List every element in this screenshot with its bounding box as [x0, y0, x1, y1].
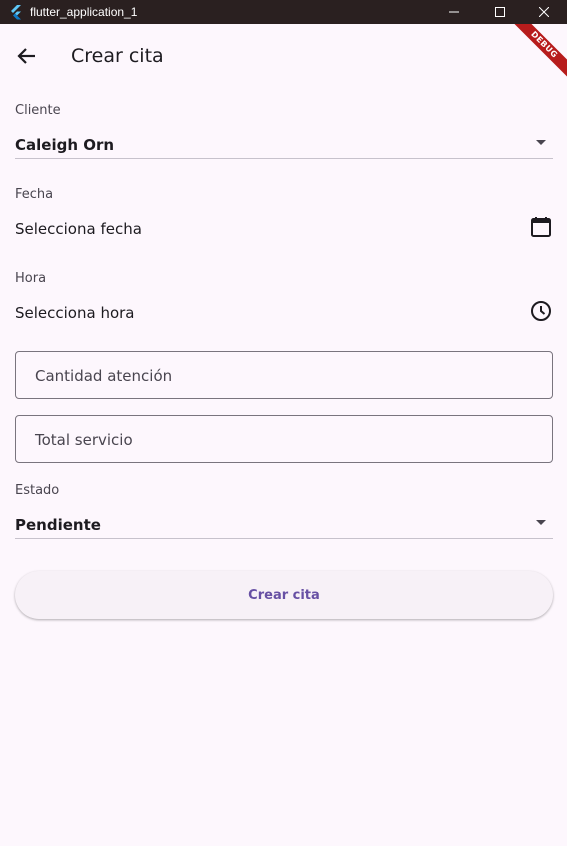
crear-cita-button[interactable]: Crear cita [15, 571, 553, 619]
debug-banner: DEBUG [507, 24, 567, 84]
dropdown-arrow-icon [536, 140, 546, 145]
hora-value: Selecciona hora [15, 304, 135, 322]
maximize-button[interactable] [477, 0, 523, 24]
fecha-label: Fecha [15, 187, 54, 202]
fecha-value: Selecciona fecha [15, 220, 142, 238]
back-button[interactable] [11, 40, 43, 72]
clock-icon[interactable] [529, 299, 553, 323]
cliente-underline [15, 158, 553, 159]
window-titlebar[interactable]: flutter_application_1 [0, 0, 567, 24]
cantidad-atencion-placeholder: Cantidad atención [35, 367, 173, 385]
maximize-icon [495, 7, 505, 17]
crear-cita-button-label: Crear cita [248, 587, 320, 603]
close-icon [539, 7, 549, 17]
cantidad-atencion-input[interactable]: Cantidad atención [15, 351, 553, 399]
window-title: flutter_application_1 [30, 5, 138, 19]
minimize-button[interactable] [431, 0, 477, 24]
dropdown-arrow-icon [536, 520, 546, 525]
estado-label: Estado [15, 483, 60, 498]
hora-label: Hora [15, 271, 47, 286]
arrow-back-icon [17, 48, 35, 64]
calendar-icon[interactable] [529, 215, 553, 239]
estado-underline [15, 538, 553, 539]
total-servicio-placeholder: Total servicio [35, 431, 133, 449]
debug-ribbon-label: DEBUG [507, 24, 567, 82]
estado-value: Pendiente [15, 516, 101, 534]
close-button[interactable] [521, 0, 567, 24]
flutter-logo-icon [11, 5, 21, 20]
page-title: Crear cita [71, 45, 164, 67]
minimize-icon [449, 11, 459, 13]
cliente-label: Cliente [15, 103, 61, 118]
total-servicio-input[interactable]: Total servicio [15, 415, 553, 463]
cliente-value: Caleigh Orn [15, 136, 115, 154]
